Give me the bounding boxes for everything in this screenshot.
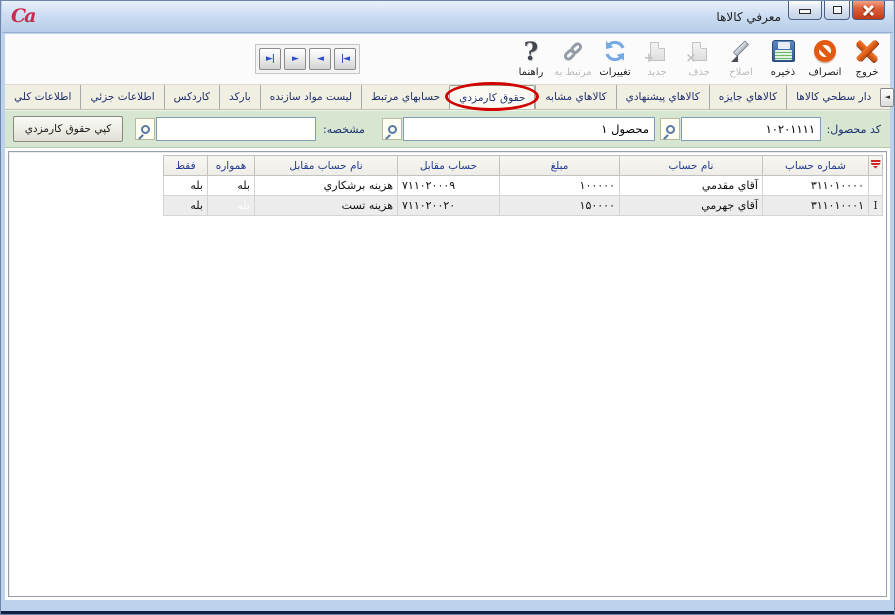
toolbar-button-save[interactable]: ذخيره [762, 36, 804, 78]
refresh-icon [602, 38, 628, 64]
toolbar-button-help[interactable]: ?راهنما [510, 36, 552, 78]
client-area: ►|►◄|◄ ?راهنمامرتبط بهتغييرات+جديد×حذفاص… [5, 34, 890, 600]
product-name-search-button[interactable] [382, 118, 402, 140]
tab-kardex[interactable]: كاردكس [164, 85, 219, 109]
title-bar: Ca معرفي كالاها [2, 1, 893, 33]
window-title: معرفي كالاها [716, 10, 781, 24]
toolbar-button-delete: ×حذف [678, 36, 720, 78]
content-panel: شماره حسابنام حسابمبلغحساب مقابلنام حساب… [8, 151, 887, 597]
cell-counter_account_name[interactable]: هزينه تست [255, 196, 398, 216]
column-header-counter_account[interactable]: حساب مقابل [398, 156, 500, 176]
form-strip: كپي حقوق كارمزدي مشخصه: كد محصول: [5, 110, 890, 148]
column-header-amount[interactable]: مبلغ [500, 156, 620, 176]
help-icon: ? [524, 37, 539, 66]
cell-only[interactable]: بله [164, 196, 208, 216]
no-entry-icon [809, 35, 840, 66]
product-code-label: كد محصول: [827, 123, 881, 136]
move-prev-button[interactable]: ◄ [309, 48, 331, 70]
app-window: Ca معرفي كالاها ►|►◄|◄ ?راهنمامرتبط بهتغ… [0, 0, 895, 615]
maximize-icon [833, 6, 842, 14]
column-header-account_no[interactable]: شماره حساب [763, 156, 869, 176]
cell-account_no[interactable]: ۳۱۱۰۱۰۰۰۱ [763, 196, 869, 216]
cell-counter_account[interactable]: ۷۱۱۰۲۰۰۰۹ [398, 176, 500, 196]
pencil-icon [728, 38, 754, 64]
attribute-label: مشخصه: [323, 123, 365, 136]
attribute-input[interactable] [156, 117, 316, 141]
tab-hoghoogh-karmozdi[interactable]: حقوق كارمزدي [449, 85, 535, 109]
cell-always[interactable]: بله [208, 176, 255, 196]
toolbar: ►|►◄|◄ ?راهنمامرتبط بهتغييرات+جديد×حذفاص… [5, 34, 890, 85]
floppy-disk-icon [772, 40, 795, 62]
tab-kalahaye-moshabeh[interactable]: كالاهاي مشابه [535, 85, 615, 109]
tab-hesabhaye-mortabet[interactable]: حسابهاي مرتبط [361, 85, 449, 109]
tab-barcode[interactable]: باركد [219, 85, 260, 109]
search-icon [141, 125, 150, 134]
row-indicator-cell[interactable]: I [869, 196, 883, 216]
tab-dar-sathi-kalaha[interactable]: دار سطحي كالاها [786, 85, 880, 109]
row-indicator-cell[interactable] [869, 176, 883, 196]
maximize-button[interactable] [824, 1, 850, 20]
product-code-input[interactable] [681, 117, 821, 141]
cell-always[interactable]: بله [208, 196, 255, 216]
attribute-search-button[interactable] [135, 118, 155, 140]
tab-ettelaat-kolli[interactable]: اطلاعات كلي [5, 85, 80, 109]
close-icon [862, 4, 875, 17]
window-controls [788, 1, 885, 20]
minimize-button[interactable] [788, 1, 822, 20]
toolbar-actions: ?راهنمامرتبط بهتغييرات+جديد×حذفاصلاحذخير… [510, 36, 888, 78]
toolbar-button-changes[interactable]: تغييرات [594, 36, 636, 78]
product-name-input[interactable] [403, 117, 655, 141]
new-document-icon: + [650, 42, 665, 61]
delete-document-icon: × [692, 42, 707, 61]
cell-counter_account_name[interactable]: هزينه برشكاري [255, 176, 398, 196]
copy-wage-rights-button[interactable]: كپي حقوق كارمزدي [13, 116, 123, 142]
close-button[interactable] [852, 1, 885, 20]
tab-list-mavad-sazandeh[interactable]: ليست مواد سازنده [260, 85, 361, 109]
toolbar-button-edit: اصلاح [720, 36, 762, 78]
chain-link-icon [562, 40, 584, 62]
toolbar-button-cancel[interactable]: انصراف [804, 36, 846, 78]
cell-counter_account[interactable]: ۷۱۱۰۲۰۰۲۰ [398, 196, 500, 216]
column-header-only[interactable]: فقط [164, 156, 208, 176]
move-next-button[interactable]: ► [284, 48, 306, 70]
search-icon [666, 125, 675, 134]
tab-strip: اطلاعات كلياطلاعات جزئيكاردكسباركدليست م… [5, 85, 890, 110]
product-code-search-button[interactable] [660, 118, 680, 140]
app-logo: Ca [11, 5, 34, 27]
tab-ettelaat-jozi[interactable]: اطلاعات جزئي [80, 85, 163, 109]
column-header-account_name[interactable]: نام حساب [620, 156, 763, 176]
tab-kalahaye-pishnahadi[interactable]: كالاهاي پيشنهادي [616, 85, 709, 109]
move-first-button[interactable]: |◄ [334, 48, 356, 70]
table-row: ۳۱۱۰۱۰۰۰۰آقاي مقدمي۱۰۰۰۰۰۷۱۱۰۲۰۰۰۹هزينه … [164, 176, 883, 196]
cell-only[interactable]: بله [164, 176, 208, 196]
tab-scroll-left-button[interactable]: ◄ [880, 88, 894, 107]
cell-account_name[interactable]: آقاي مقدمي [620, 176, 763, 196]
column-header-counter_account_name[interactable]: نام حساب مقابل [255, 156, 398, 176]
cell-account_name[interactable]: آقاي جهرمي [620, 196, 763, 216]
accounts-grid: شماره حسابنام حسابمبلغحساب مقابلنام حساب… [163, 155, 883, 216]
record-navigator: ►|►◄|◄ [255, 44, 360, 74]
toolbar-button-link: مرتبط به [552, 36, 594, 78]
cell-amount[interactable]: ۱۰۰۰۰۰ [500, 176, 620, 196]
column-header-always[interactable]: همواره [208, 156, 255, 176]
minimize-icon [799, 9, 811, 14]
table-row: I۳۱۱۰۱۰۰۰۱آقاي جهرمي۱۵۰۰۰۰۷۱۱۰۲۰۰۲۰هزينه… [164, 196, 883, 216]
exit-x-icon [854, 39, 880, 63]
window-bottom-edge [1, 611, 894, 614]
tab-scroll-buttons: ◄► [880, 85, 895, 109]
column-header-row-indicator[interactable] [869, 156, 883, 176]
move-last-button[interactable]: ►| [259, 48, 281, 70]
search-icon [388, 125, 397, 134]
record-marker-icon [871, 160, 881, 169]
tab-kalahaye-jayezeh[interactable]: كالاهاي جايزه [709, 85, 786, 109]
cell-account_no[interactable]: ۳۱۱۰۱۰۰۰۰ [763, 176, 869, 196]
toolbar-button-exit[interactable]: خروج [846, 36, 888, 78]
cell-amount[interactable]: ۱۵۰۰۰۰ [500, 196, 620, 216]
toolbar-button-new: +جديد [636, 36, 678, 78]
